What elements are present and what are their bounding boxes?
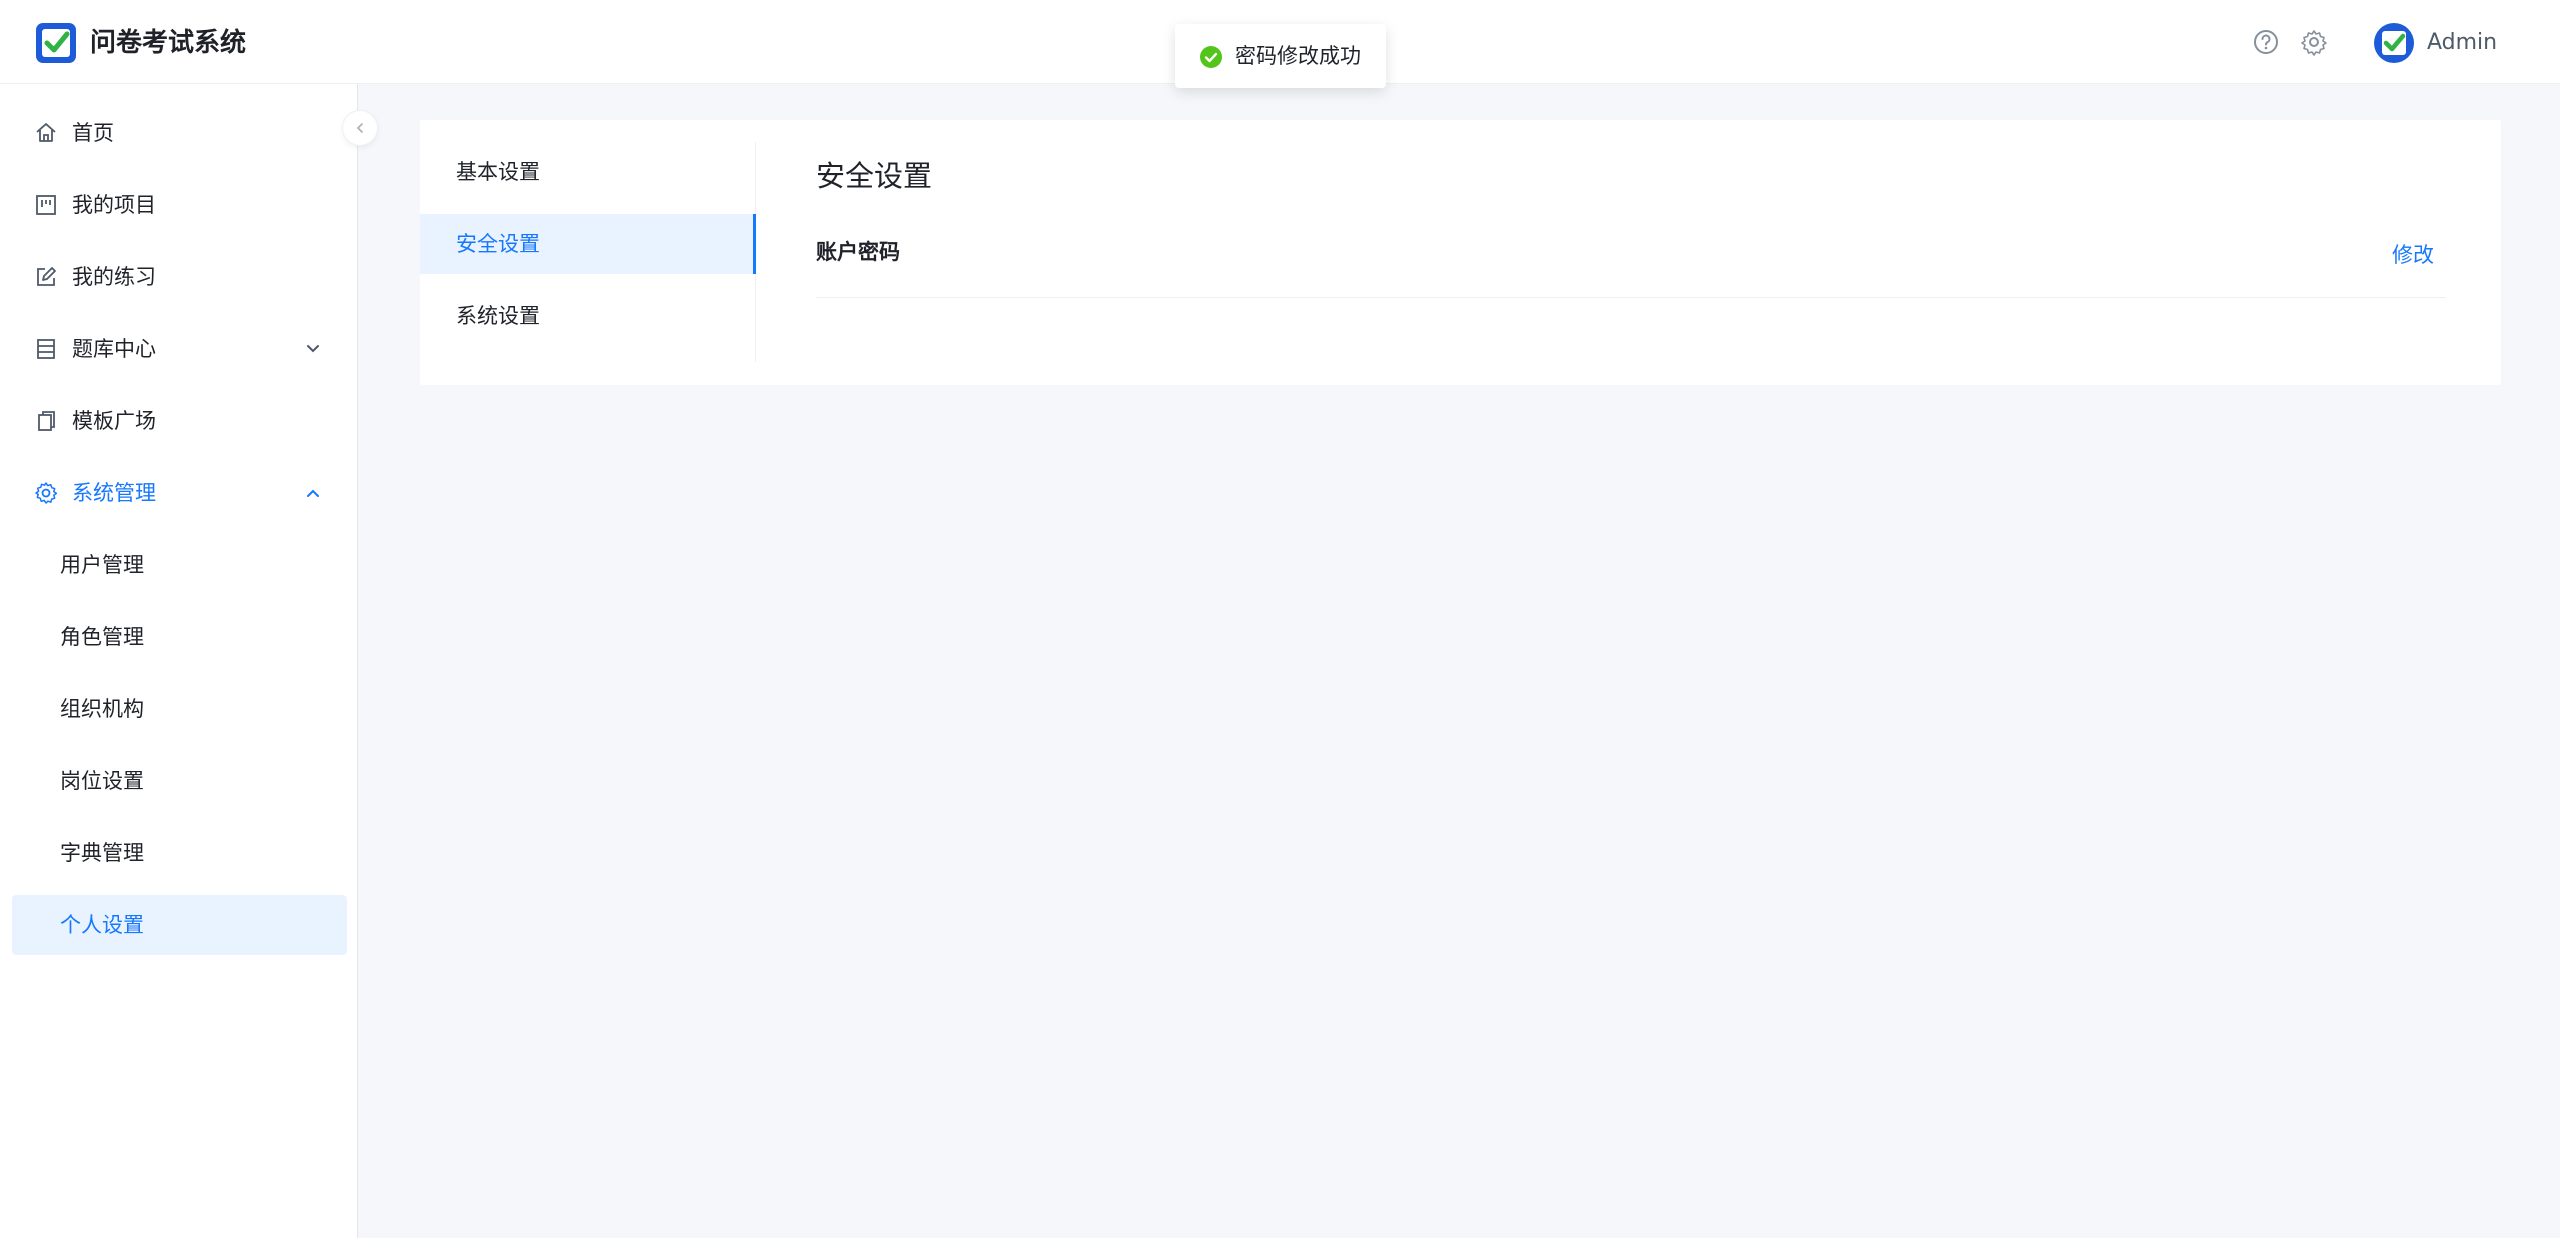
sidebar-item-label: 我的项目	[72, 193, 156, 217]
chevron-up-icon[interactable]	[303, 483, 323, 503]
account-password-row: 账户密码 修改	[816, 220, 2446, 298]
tab-label: 安全设置	[456, 232, 540, 256]
tab-system-settings[interactable]: 系统设置	[420, 286, 756, 346]
sidebar-subitem-dictionary-management[interactable]: 字典管理	[12, 823, 347, 883]
sidebar-subitem-label: 用户管理	[60, 553, 144, 577]
sidebar-subitem-label: 个人设置	[60, 913, 144, 937]
sidebar-subitem-label: 角色管理	[60, 625, 144, 649]
chevron-left-icon	[356, 123, 363, 133]
sidebar-item-label: 系统管理	[72, 481, 156, 505]
sidebar-item-label: 首页	[72, 121, 114, 145]
chevron-down-icon[interactable]	[303, 339, 323, 359]
gear-icon	[35, 482, 58, 504]
sidebar-item-label: 题库中心	[72, 337, 156, 361]
sidebar-subitem-label: 岗位设置	[60, 769, 144, 793]
sidebar-subitem-position-settings[interactable]: 岗位设置	[12, 751, 347, 811]
tab-basic-settings[interactable]: 基本设置	[420, 142, 756, 202]
gear-icon[interactable]	[2300, 28, 2328, 56]
tab-label: 基本设置	[456, 160, 540, 184]
modify-password-link[interactable]: 修改	[2392, 239, 2434, 271]
sidebar-subitem-user-management[interactable]: 用户管理	[12, 535, 347, 595]
copy-icon	[38, 411, 55, 431]
sidebar-item-label: 模板广场	[72, 409, 156, 433]
toast-message: 密码修改成功	[1235, 44, 1361, 68]
user-name[interactable]: Admin	[2427, 27, 2497, 59]
sidebar-item-my-projects[interactable]: 我的项目	[0, 175, 358, 235]
sidebar-subitem-personal-settings[interactable]: 个人设置	[12, 895, 347, 955]
section-title: 安全设置	[816, 159, 933, 193]
sidebar-subitem-organization[interactable]: 组织机构	[12, 679, 347, 739]
sidebar-subitem-role-management[interactable]: 角色管理	[12, 607, 347, 667]
sidebar-item-system-management[interactable]: 系统管理	[0, 463, 358, 523]
sidebar-item-label: 我的练习	[72, 265, 156, 289]
account-password-label: 账户密码	[816, 240, 900, 264]
sidebar-item-question-bank[interactable]: 题库中心	[0, 319, 358, 379]
success-toast: 密码修改成功	[1175, 24, 1386, 88]
tab-label: 系统设置	[456, 304, 540, 328]
settings-card: 基本设置 安全设置 系统设置 安全设置 账户密码 修改	[420, 120, 2501, 385]
app-title: 问卷考试系统	[90, 28, 247, 58]
avatar[interactable]	[2373, 22, 2415, 64]
edit-icon	[37, 267, 56, 286]
settings-tabs: 基本设置 安全设置 系统设置	[420, 142, 756, 362]
sidebar-item-home[interactable]: 首页	[0, 103, 358, 163]
sidebar-subitem-label: 组织机构	[60, 697, 144, 721]
help-circle-icon[interactable]	[2252, 28, 2280, 56]
project-icon	[36, 195, 56, 215]
home-icon	[36, 123, 56, 142]
sidebar-item-template-square[interactable]: 模板广场	[0, 391, 358, 451]
sidebar-collapse-button[interactable]	[342, 110, 378, 146]
tab-security-settings[interactable]: 安全设置	[420, 214, 756, 274]
app-logo-icon	[36, 23, 76, 63]
sidebar-item-my-practice[interactable]: 我的练习	[0, 247, 358, 307]
sidebar: 首页 我的项目 我的练习 题库中心 模板广场 系统管理 用户管理 角色管理 组织…	[0, 84, 358, 1238]
check-circle-icon	[1200, 46, 1222, 68]
database-icon	[37, 339, 55, 359]
sidebar-subitem-label: 字典管理	[60, 841, 144, 865]
